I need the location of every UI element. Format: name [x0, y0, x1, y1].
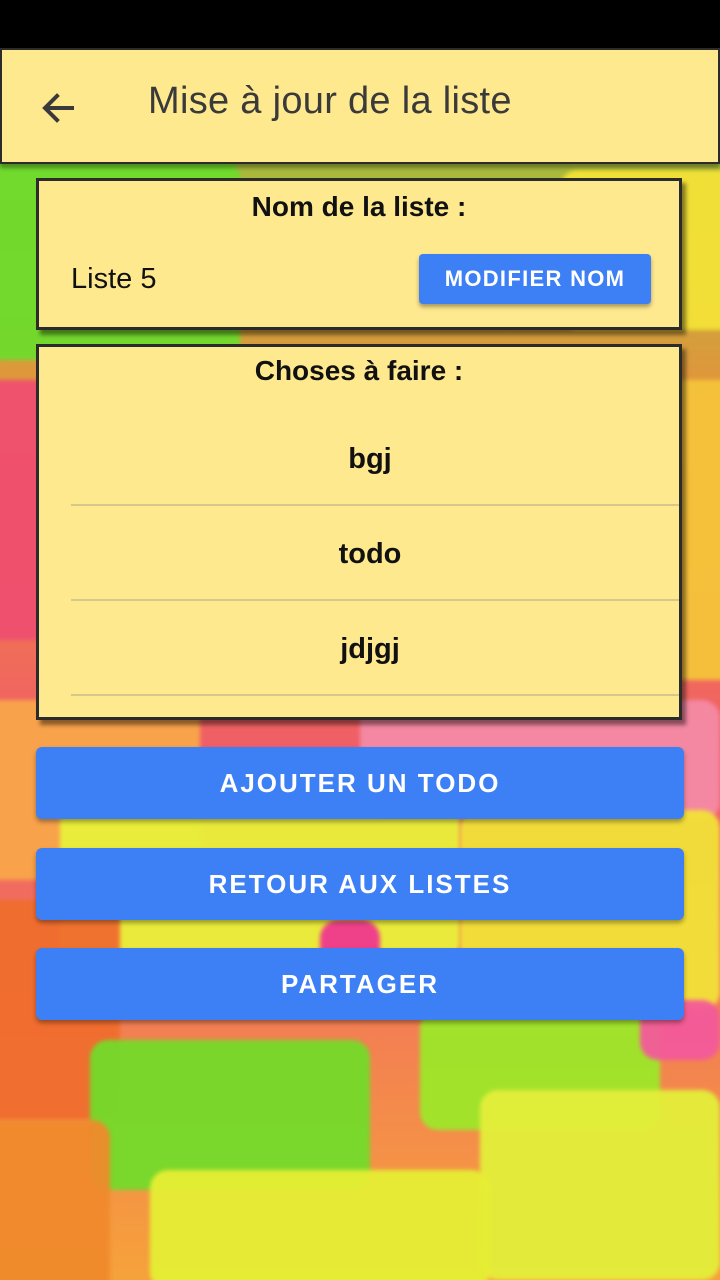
- todos-card: Choses à faire : bgj todo jdjgj: [36, 344, 682, 720]
- list-name-value: Liste 5: [71, 263, 157, 295]
- todos-heading: Choses à faire :: [254, 355, 464, 386]
- modify-name-button[interactable]: MODIFIER NOM: [419, 254, 651, 304]
- todo-item[interactable]: jdjgj: [71, 601, 679, 696]
- todo-item[interactable]: bgj: [71, 411, 679, 506]
- list-name-card: Nom de la liste : Liste 5 MODIFIER NOM: [36, 178, 682, 330]
- back-to-lists-button[interactable]: RETOUR AUX LISTES: [36, 848, 684, 920]
- list-name-heading: Nom de la liste :: [251, 191, 467, 222]
- add-todo-button[interactable]: AJOUTER UN TODO: [36, 747, 684, 819]
- back-button[interactable]: [38, 88, 78, 128]
- app-bar: Mise à jour de la liste: [0, 48, 720, 164]
- share-button[interactable]: PARTAGER: [36, 948, 684, 1020]
- status-bar: [0, 0, 720, 48]
- todo-list: bgj todo jdjgj: [71, 411, 679, 696]
- todo-item[interactable]: todo: [71, 506, 679, 601]
- page-title: Mise à jour de la liste: [148, 80, 512, 122]
- arrow-left-icon: [42, 93, 74, 123]
